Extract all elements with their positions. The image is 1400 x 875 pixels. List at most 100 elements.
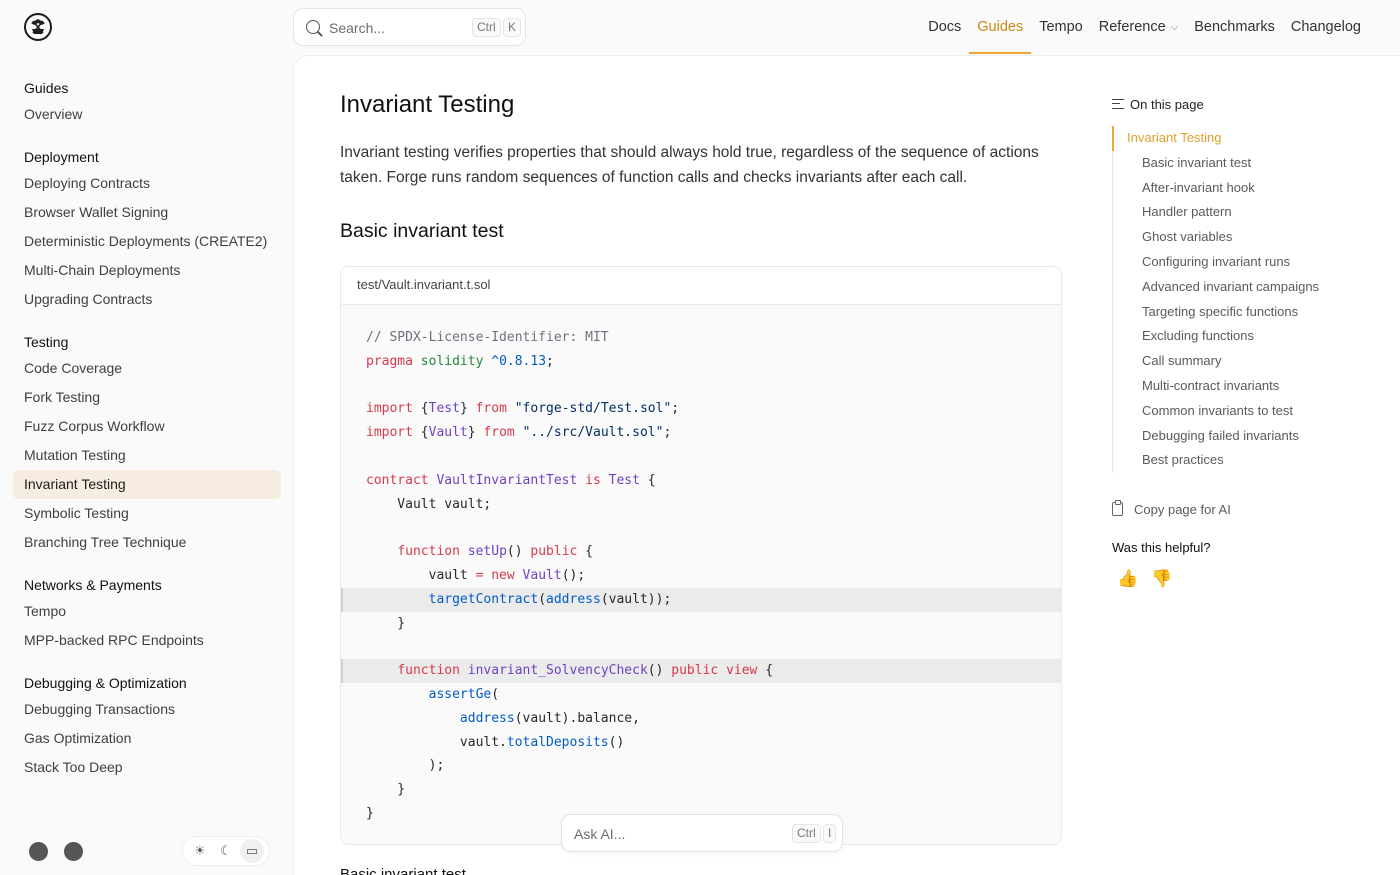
toc-list: Invariant Testing Basic invariant test Aft… <box>1112 126 1352 474</box>
table-of-contents: On this page Invariant Testing Basic inva… <box>1112 94 1352 589</box>
top-nav-link[interactable]: Tempo <box>1031 0 1091 54</box>
ask-kbd-ctrl: Ctrl <box>792 824 821 843</box>
toc-item[interactable]: Call summary <box>1113 349 1352 374</box>
code-token: () <box>506 544 531 560</box>
telegram-icon[interactable] <box>64 842 83 861</box>
thumbs-down-icon[interactable]: 👎 <box>1151 569 1172 589</box>
code-line: } <box>341 778 1061 802</box>
sidebar-item[interactable]: Multi-Chain Deployments <box>13 256 281 285</box>
sidebar-item[interactable]: Deterministic Deployments (CREATE2) <box>13 227 281 256</box>
thumbs-up-icon[interactable]: 👍 <box>1117 569 1138 589</box>
code-token: { <box>412 425 429 441</box>
sidebar-item[interactable]: Overview <box>13 100 281 129</box>
dark-theme-icon[interactable]: ☾ <box>214 839 238 863</box>
sidebar-item[interactable]: Code Coverage <box>13 354 281 383</box>
github-icon[interactable] <box>29 842 48 861</box>
sidebar-nav: Guides Overview Deployment Deploying Contra… <box>13 76 281 798</box>
chevron-down-icon: ⌵ <box>1170 22 1179 33</box>
sidebar-item[interactable]: Mutation Testing <box>13 441 281 470</box>
code-token: public <box>671 663 719 679</box>
toc-item[interactable]: Advanced invariant campaigns <box>1113 275 1352 300</box>
toc-item[interactable]: Handler pattern <box>1113 200 1352 225</box>
sidebar-item[interactable]: Symbolic Testing <box>13 499 281 528</box>
sidebar-item[interactable]: Stack Too Deep <box>13 753 281 782</box>
toc-item[interactable]: Configuring invariant runs <box>1113 250 1352 275</box>
toc-item[interactable]: Invariant Testing <box>1112 126 1352 151</box>
code-line: function setUp() public { <box>341 540 1061 564</box>
top-nav-link[interactable]: Reference ⌵ <box>1091 0 1187 54</box>
sidebar-item[interactable]: Upgrading Contracts <box>13 285 281 314</box>
code-token: } <box>467 425 484 441</box>
ask-ai-input[interactable]: Ask AI... Ctrl I <box>561 814 843 852</box>
sidebar-item[interactable]: Deploying Contracts <box>13 169 281 198</box>
top-nav-link[interactable]: Guides <box>969 0 1032 54</box>
code-token: () <box>608 734 625 750</box>
intro-paragraph: Invariant testing verifies properties th… <box>340 144 1039 186</box>
sidebar-section: Networks & Payments Tempo MPP-backed RPC E… <box>13 573 281 655</box>
code-token: from <box>483 425 515 441</box>
toc-item[interactable]: After-invariant hook <box>1113 176 1352 201</box>
sidebar-item[interactable]: MPP-backed RPC Endpoints <box>13 626 281 655</box>
top-nav-label: Changelog <box>1290 19 1361 35</box>
helpful-question: Was this helpful? <box>1112 540 1211 556</box>
system-theme-icon[interactable]: ▭ <box>240 839 264 863</box>
top-nav-link[interactable]: Docs <box>920 0 969 54</box>
toc-item[interactable]: Multi-contract invariants <box>1113 374 1352 399</box>
foundry-logo-icon[interactable] <box>24 13 52 41</box>
copy-page-label: Copy page for AI <box>1134 501 1231 517</box>
sidebar-item[interactable]: Debugging Transactions <box>13 695 281 724</box>
code-line: pragma solidity ^0.8.13; <box>341 350 1061 374</box>
toc-item[interactable]: Targeting specific functions <box>1113 300 1352 325</box>
toc-item[interactable]: Common invariants to test <box>1113 399 1352 424</box>
light-theme-icon[interactable]: ☀ <box>188 839 212 863</box>
sidebar-item[interactable]: Fuzz Corpus Workflow <box>13 412 281 441</box>
code-token: solidity <box>420 353 484 369</box>
code-line: address(vault).balance, <box>341 707 1061 731</box>
top-nav-label: Tempo <box>1039 19 1083 35</box>
sidebar-section: Deployment Deploying Contracts Browser Wal… <box>13 145 281 314</box>
top-nav-link[interactable]: Benchmarks <box>1186 0 1283 54</box>
toc-item[interactable]: Best practices <box>1113 448 1352 473</box>
search-kbd-k: K <box>503 18 522 37</box>
code-token: "../src/Vault.sol" <box>522 425 664 441</box>
sidebar-item[interactable]: Browser Wallet Signing <box>13 198 281 227</box>
sidebar-item[interactable]: Fork Testing <box>13 383 281 412</box>
sidebar-section: Guides Overview <box>13 76 281 129</box>
search-box[interactable]: Search... Ctrl K <box>293 8 526 46</box>
toc-item[interactable]: Debugging failed invariants <box>1113 424 1352 449</box>
sidebar-item[interactable]: Branching Tree Technique <box>13 528 281 557</box>
code-token: // SPDX-License-Identifier: MIT <box>366 330 609 345</box>
code-token: invariant_SolvencyCheck <box>467 663 648 679</box>
top-nav: Docs Guides Tempo Reference ⌵ Benchmarks Chang… <box>920 0 1369 54</box>
sidebar-item[interactable]: Invariant Testing <box>13 470 281 499</box>
ask-kbd-i: I <box>823 824 837 843</box>
sidebar-item[interactable]: Tempo <box>13 597 281 626</box>
code-line: contract VaultInvariantTest is Test { <box>341 469 1061 493</box>
code-token: ^0.8.13 <box>491 353 547 369</box>
toc-item[interactable]: Ghost variables <box>1113 225 1352 250</box>
code-body[interactable]: // SPDX-License-Identifier: MIT pragma so… <box>341 305 1061 826</box>
top-nav-link[interactable]: Changelog <box>1283 0 1369 54</box>
code-token: contract <box>366 472 429 488</box>
code-token: } <box>366 782 406 798</box>
code-token: ( <box>538 591 547 607</box>
code-token: { <box>757 663 774 679</box>
sidebar-footer: ☀ ☾ ▭ <box>24 836 274 866</box>
ask-ai-placeholder: Ask AI... <box>574 826 626 842</box>
code-token: address <box>546 591 601 607</box>
toc-item[interactable]: Basic invariant test <box>1113 151 1352 176</box>
toc-item[interactable]: Excluding functions <box>1113 324 1352 349</box>
code-line: assertGe( <box>341 683 1061 707</box>
code-token: { <box>639 472 656 488</box>
copy-page-button[interactable]: Copy page for AI <box>1112 499 1352 519</box>
top-nav-label: Benchmarks <box>1194 19 1275 35</box>
code-token: { <box>577 544 594 560</box>
code-line: vault = new Vault(); <box>341 564 1061 588</box>
toc-heading: On this page <box>1112 94 1352 114</box>
sidebar-item[interactable]: Gas Optimization <box>13 724 281 753</box>
